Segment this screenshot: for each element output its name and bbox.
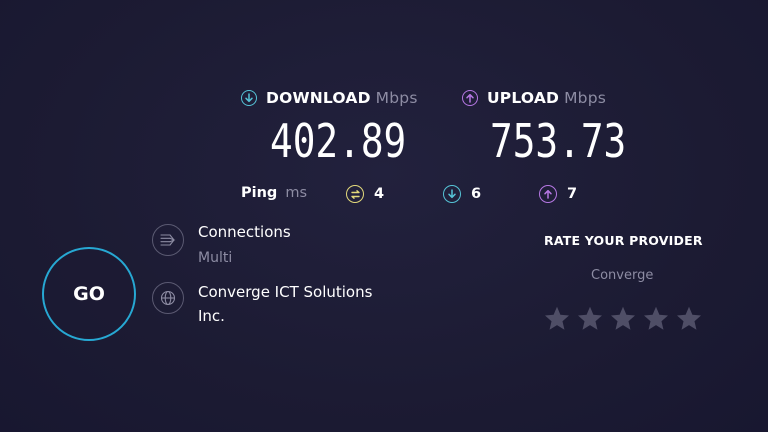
- ping-upload: 7: [539, 185, 577, 203]
- upload-speed-value: 753.73: [490, 114, 627, 168]
- connections-icon: [152, 224, 184, 256]
- download-label: DOWNLOAD: [266, 89, 371, 107]
- ping-idle: 4: [346, 185, 384, 203]
- upload-arrow-icon: [462, 90, 478, 106]
- star-4-icon[interactable]: [642, 305, 670, 333]
- ping-label: Ping ms: [241, 185, 307, 201]
- globe-icon: [152, 282, 184, 314]
- provider-name-line2: Inc.: [198, 307, 225, 325]
- connections-title: Connections: [198, 223, 291, 241]
- provider-name[interactable]: Converge ICT Solutions Inc.: [198, 280, 372, 328]
- upload-arrow-icon: [539, 185, 557, 203]
- go-button-label: GO: [73, 283, 105, 305]
- ping-upload-value: 7: [567, 186, 578, 202]
- download-speed-value: 402.89: [270, 114, 407, 168]
- ping-label-text: Ping: [241, 185, 278, 201]
- download-unit: Mbps: [375, 89, 418, 107]
- go-button[interactable]: GO: [42, 247, 136, 341]
- provider-name-line1: Converge ICT Solutions: [198, 283, 373, 301]
- ping-idle-value: 4: [374, 186, 385, 202]
- connections-value: Multi: [198, 250, 233, 266]
- rating-stars: [543, 305, 703, 333]
- star-5-icon[interactable]: [675, 305, 703, 333]
- upload-header: UPLOAD Mbps: [462, 89, 606, 107]
- ping-download: 6: [443, 185, 481, 203]
- star-2-icon[interactable]: [576, 305, 604, 333]
- rate-provider-title: RATE YOUR PROVIDER: [544, 233, 703, 248]
- download-arrow-icon: [241, 90, 257, 106]
- rate-provider-name: Converge: [591, 268, 654, 283]
- upload-unit: Mbps: [564, 89, 607, 107]
- ping-download-value: 6: [471, 186, 482, 202]
- download-arrow-icon: [443, 185, 461, 203]
- ping-unit: ms: [285, 185, 308, 201]
- star-3-icon[interactable]: [609, 305, 637, 333]
- upload-label: UPLOAD: [487, 89, 560, 107]
- download-header: DOWNLOAD Mbps: [241, 89, 418, 107]
- star-1-icon[interactable]: [543, 305, 571, 333]
- ping-idle-icon: [346, 185, 364, 203]
- speedtest-results-screen: DOWNLOAD Mbps 402.89 UPLOAD Mbps 753.73 …: [0, 0, 768, 432]
